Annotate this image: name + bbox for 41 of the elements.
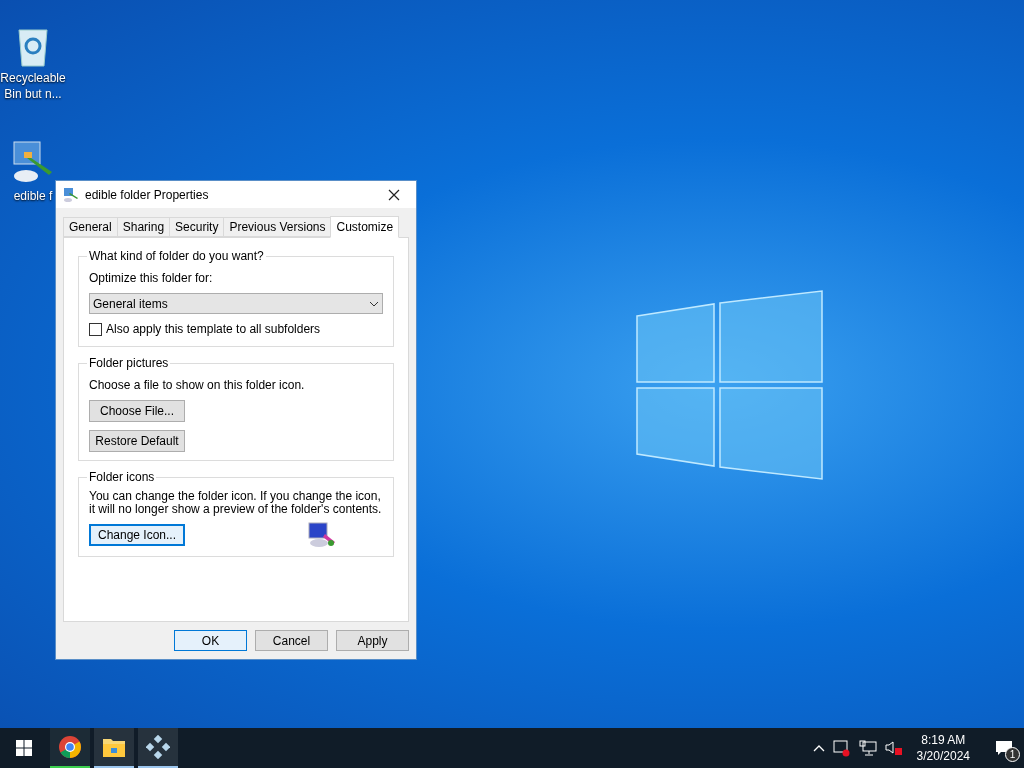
- clock-date: 3/20/2024: [916, 748, 970, 764]
- chevron-up-icon[interactable]: [812, 744, 825, 752]
- dialog-button[interactable]: Choose File...: [89, 400, 185, 422]
- computer-brush-icon: [63, 186, 79, 203]
- tab[interactable]: General: [63, 217, 118, 237]
- group-title: Folder pictures: [87, 355, 171, 371]
- description-text: Choose a file to show on this folder icon.: [89, 377, 306, 394]
- chrome-icon: [58, 735, 82, 759]
- taskbar-app-button[interactable]: [138, 728, 178, 768]
- chevron-down-icon: [369, 300, 379, 307]
- windows-icon: [16, 740, 32, 756]
- dialog-button[interactable]: Cancel: [255, 630, 328, 651]
- notification-badge: 1: [1005, 747, 1020, 762]
- dialog-button[interactable]: Change Icon...: [89, 524, 185, 546]
- dialog-button[interactable]: Apply: [336, 630, 409, 651]
- clock[interactable]: 8:19 AM 3/20/2024: [910, 732, 976, 764]
- clock-time: 8:19 AM: [921, 732, 966, 748]
- tab[interactable]: Sharing: [116, 217, 171, 237]
- group-title: What kind of folder do you want?: [87, 248, 266, 264]
- tab[interactable]: Customize: [330, 216, 400, 238]
- description-text: You can change the folder icon. If you change the icon, it will no longer show a preview of the folder's contents.: [89, 490, 383, 516]
- taskbar-app-button[interactable]: [50, 728, 90, 768]
- taskbar-app-button[interactable]: [94, 728, 134, 768]
- dialog-button[interactable]: Restore Default: [89, 430, 185, 452]
- folder-icon: [102, 736, 126, 758]
- tab[interactable]: Previous Versions: [223, 217, 332, 237]
- desktop-icon-label[interactable]: Recycleable Bin but n...: [0, 70, 66, 102]
- speaker-muted-icon[interactable]: [884, 740, 903, 756]
- tab[interactable]: Security: [169, 217, 225, 237]
- window-title: edible folder Properties: [85, 186, 210, 204]
- gamepad-icon: [146, 735, 170, 759]
- checkbox-label[interactable]: Also apply this template to all subfolders: [106, 320, 321, 338]
- close-icon: [388, 188, 400, 201]
- network-icon[interactable]: [858, 740, 877, 756]
- notification-button[interactable]: 1: [984, 728, 1024, 768]
- computer-brush-icon: [307, 522, 337, 548]
- security-alert-icon[interactable]: [832, 739, 851, 757]
- checkbox[interactable]: [89, 322, 102, 336]
- dialog-button[interactable]: OK: [174, 630, 247, 651]
- optimize-dropdown[interactable]: General items: [89, 293, 383, 314]
- field-label: Optimize this folder for:: [89, 270, 214, 287]
